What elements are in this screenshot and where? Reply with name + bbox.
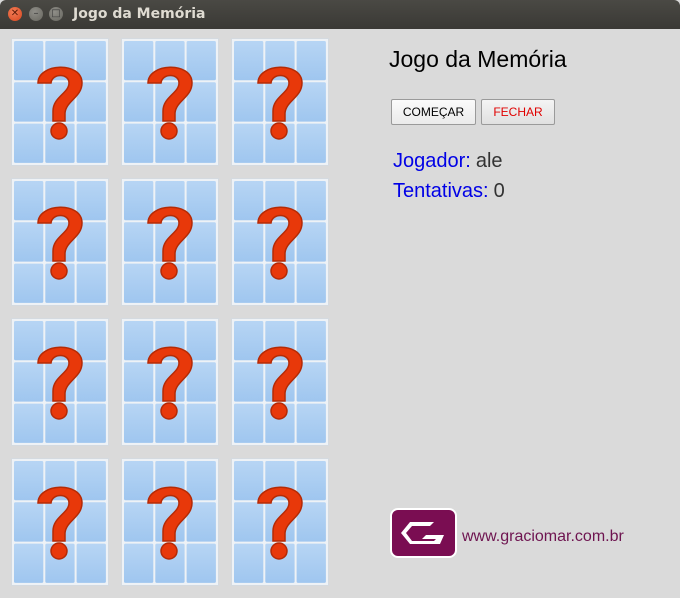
- title-bar: ✕ – □ Jogo da Memória: [0, 0, 680, 29]
- memory-card[interactable]: [231, 178, 329, 306]
- player-name: ale: [475, 150, 503, 172]
- graciomar-logo-icon: [390, 508, 457, 558]
- memory-card[interactable]: [231, 458, 329, 586]
- card-board: [0, 29, 340, 598]
- window-title: Jogo da Memória: [73, 6, 206, 22]
- close-button[interactable]: FECHAR: [481, 99, 555, 125]
- memory-card[interactable]: [121, 318, 219, 446]
- app-window: ✕ – □ Jogo da Memória Jogo da Memória CO…: [0, 0, 680, 598]
- memory-card[interactable]: [231, 318, 329, 446]
- attempts-count: 0: [493, 180, 505, 202]
- memory-card[interactable]: [121, 458, 219, 586]
- window-close-button[interactable]: ✕: [8, 7, 22, 21]
- memory-card[interactable]: [121, 38, 219, 166]
- memory-card[interactable]: [11, 178, 109, 306]
- game-title: Jogo da Memória: [389, 46, 567, 72]
- memory-card[interactable]: [11, 458, 109, 586]
- website-link[interactable]: www.graciomar.com.br: [462, 528, 624, 546]
- window-minimize-button[interactable]: –: [29, 7, 43, 21]
- player-label: Jogador:: [393, 150, 471, 172]
- memory-card[interactable]: [231, 38, 329, 166]
- memory-card[interactable]: [11, 318, 109, 446]
- attempts-info: Tentativas: 0: [393, 180, 505, 203]
- start-button[interactable]: COMEÇAR: [391, 99, 476, 125]
- memory-card[interactable]: [11, 38, 109, 166]
- attempts-label: Tentativas:: [393, 180, 489, 202]
- player-info: Jogador: ale: [393, 150, 503, 173]
- memory-card[interactable]: [121, 178, 219, 306]
- window-maximize-button[interactable]: □: [49, 7, 63, 21]
